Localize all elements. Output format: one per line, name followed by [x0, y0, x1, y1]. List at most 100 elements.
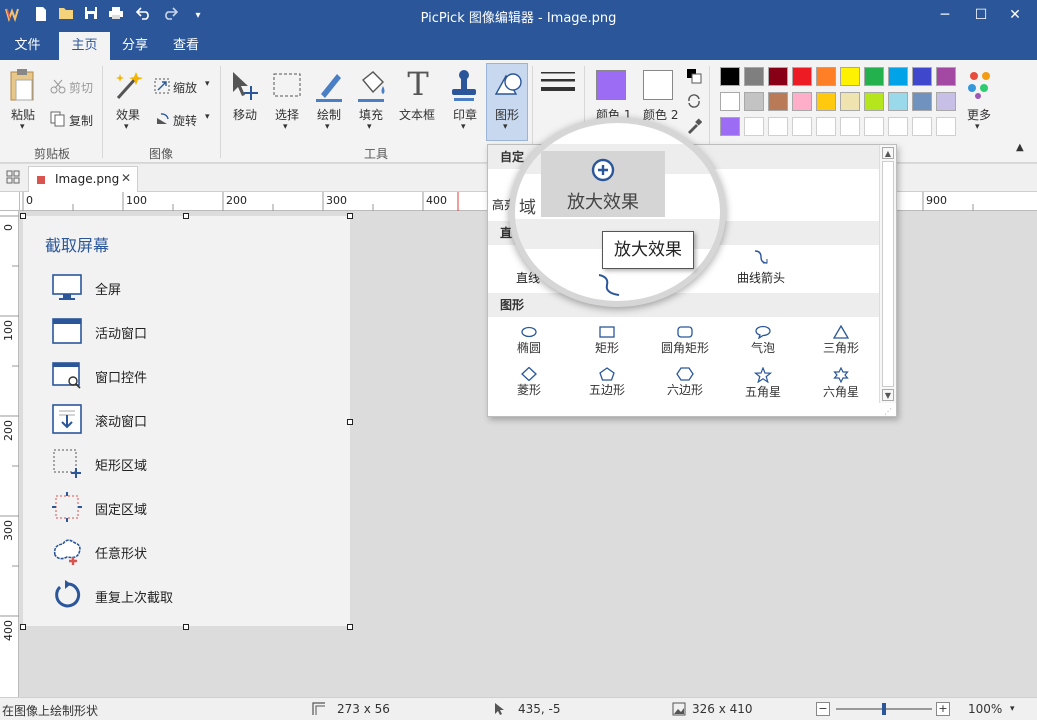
- collapse-ribbon-icon[interactable]: ▲: [1016, 142, 1024, 153]
- paste-button[interactable]: 粘贴: [11, 106, 35, 123]
- palette-swatch[interactable]: [864, 92, 884, 111]
- tab-share[interactable]: 分享: [112, 32, 158, 60]
- palette-swatch[interactable]: [912, 67, 932, 86]
- palette-swatch[interactable]: [864, 117, 884, 136]
- curve-arrow-label[interactable]: 曲线箭头: [737, 269, 785, 286]
- palette-swatch[interactable]: [744, 67, 764, 86]
- shape-ellipse[interactable]: 椭圆: [490, 323, 568, 363]
- palette-swatch[interactable]: [720, 92, 740, 111]
- resize-grip-icon[interactable]: ⋰: [884, 407, 892, 416]
- grid-view-icon[interactable]: [6, 170, 22, 186]
- more-colors-button[interactable]: 更多: [967, 106, 991, 123]
- resize-handle[interactable]: [183, 213, 189, 219]
- swap-colors-icon[interactable]: [686, 93, 702, 109]
- palette-swatch[interactable]: [768, 117, 788, 136]
- resize-handle[interactable]: [20, 213, 26, 219]
- shape-hexagon[interactable]: 六边形: [646, 365, 724, 405]
- palette-swatch[interactable]: [744, 92, 764, 111]
- shape-pentagon[interactable]: 五边形: [568, 365, 646, 405]
- resize-handle[interactable]: [347, 213, 353, 219]
- resize-handle[interactable]: [20, 624, 26, 630]
- shape-triangle[interactable]: 三角形: [802, 323, 880, 363]
- select-dropdown-icon[interactable]: ▾: [283, 122, 288, 132]
- shape-rounded-rect[interactable]: 圆角矩形: [646, 323, 724, 363]
- document-tab-close-icon[interactable]: ✕: [121, 171, 131, 185]
- palette-swatch[interactable]: [912, 92, 932, 111]
- palette-swatch[interactable]: [768, 92, 788, 111]
- more-colors-dropdown-icon[interactable]: ▾: [975, 122, 980, 132]
- zoom-slider-thumb[interactable]: [882, 703, 886, 715]
- shape-bubble[interactable]: 气泡: [724, 323, 802, 363]
- tab-view[interactable]: 查看: [163, 32, 209, 60]
- tab-file[interactable]: 文件: [0, 32, 55, 60]
- shape-diamond[interactable]: 菱形: [490, 365, 568, 405]
- resize-dropdown-icon[interactable]: ▾: [205, 79, 210, 89]
- zoom-in-button[interactable]: +: [936, 702, 950, 716]
- palette-swatch[interactable]: [720, 117, 740, 136]
- resize-handle[interactable]: [183, 624, 189, 630]
- palette-swatch[interactable]: [816, 67, 836, 86]
- rotate-button[interactable]: 旋转: [173, 112, 197, 129]
- resize-button[interactable]: 缩放: [173, 79, 197, 96]
- palette-swatch[interactable]: [792, 67, 812, 86]
- text-button[interactable]: 文本框: [399, 106, 435, 123]
- default-colors-icon[interactable]: [686, 68, 702, 84]
- shape-rectangle[interactable]: 矩形: [568, 323, 646, 363]
- palette-swatch[interactable]: [888, 117, 908, 136]
- fill-button[interactable]: 填充: [359, 106, 383, 123]
- rotate-dropdown-icon[interactable]: ▾: [205, 112, 210, 122]
- color1-swatch[interactable]: [596, 70, 626, 100]
- effects-dropdown-icon[interactable]: ▾: [124, 122, 129, 132]
- palette-swatch[interactable]: [792, 117, 812, 136]
- palette-swatch[interactable]: [864, 67, 884, 86]
- palette-swatch[interactable]: [912, 117, 932, 136]
- palette-swatch[interactable]: [840, 92, 860, 111]
- vertical-ruler: 0 100 200 300 400: [0, 211, 19, 697]
- stamp-dropdown-icon[interactable]: ▾: [461, 122, 466, 132]
- draw-dropdown-icon[interactable]: ▾: [325, 122, 330, 132]
- ruler-label: 200: [226, 194, 247, 207]
- fill-dropdown-icon[interactable]: ▾: [367, 122, 372, 132]
- select-button[interactable]: 选择: [275, 106, 299, 123]
- scrollbar-thumb[interactable]: [882, 161, 894, 387]
- cut-button[interactable]: 剪切: [69, 79, 93, 96]
- palette-swatch[interactable]: [888, 92, 908, 111]
- resize-handle[interactable]: [347, 624, 353, 630]
- copy-button[interactable]: 复制: [69, 112, 93, 129]
- zoom-out-button[interactable]: −: [816, 702, 830, 716]
- zoom-level[interactable]: 100%: [968, 702, 1002, 716]
- zoom-dropdown-icon[interactable]: ▾: [1010, 704, 1015, 714]
- stamp-button[interactable]: 印章: [453, 106, 477, 123]
- eyedropper-icon[interactable]: [686, 118, 703, 134]
- color2-swatch[interactable]: [643, 70, 673, 100]
- dropdown-scrollbar[interactable]: ▲ ▼: [879, 145, 896, 403]
- palette-swatch[interactable]: [720, 67, 740, 86]
- palette-swatch[interactable]: [792, 92, 812, 111]
- palette-swatch[interactable]: [744, 117, 764, 136]
- resize-handle[interactable]: [347, 419, 353, 425]
- palette-swatch[interactable]: [816, 117, 836, 136]
- scroll-up-icon[interactable]: ▲: [882, 147, 894, 159]
- palette-swatch[interactable]: [840, 117, 860, 136]
- effects-button[interactable]: 效果: [116, 106, 140, 123]
- palette-swatch[interactable]: [936, 67, 956, 86]
- image-content[interactable]: 截取屏幕 全屏 活动窗口 窗口控件 滚动窗口 矩形区域 固定区域 任意形状 重复…: [23, 216, 350, 626]
- paste-dropdown-icon[interactable]: ▾: [20, 122, 25, 132]
- draw-button[interactable]: 绘制: [317, 106, 341, 123]
- zoom-effect-item[interactable]: 放大效果: [541, 151, 665, 217]
- shape-star6[interactable]: 六角星: [802, 365, 880, 405]
- shape-star5[interactable]: 五角星: [724, 365, 802, 405]
- tab-home[interactable]: 主页: [59, 32, 110, 60]
- palette-swatch[interactable]: [816, 92, 836, 111]
- shape-button[interactable]: 图形 ▾: [486, 63, 528, 141]
- palette-swatch[interactable]: [936, 117, 956, 136]
- move-button[interactable]: 移动: [233, 106, 257, 123]
- line-width-icon[interactable]: [541, 70, 575, 98]
- palette-swatch[interactable]: [840, 67, 860, 86]
- palette-swatch[interactable]: [936, 92, 956, 111]
- palette-swatch[interactable]: [888, 67, 908, 86]
- close-button[interactable]: ✕: [992, 0, 1037, 32]
- palette-swatch[interactable]: [768, 67, 788, 86]
- document-tab[interactable]: Image.png ✕: [28, 166, 138, 192]
- scroll-down-icon[interactable]: ▼: [882, 389, 894, 401]
